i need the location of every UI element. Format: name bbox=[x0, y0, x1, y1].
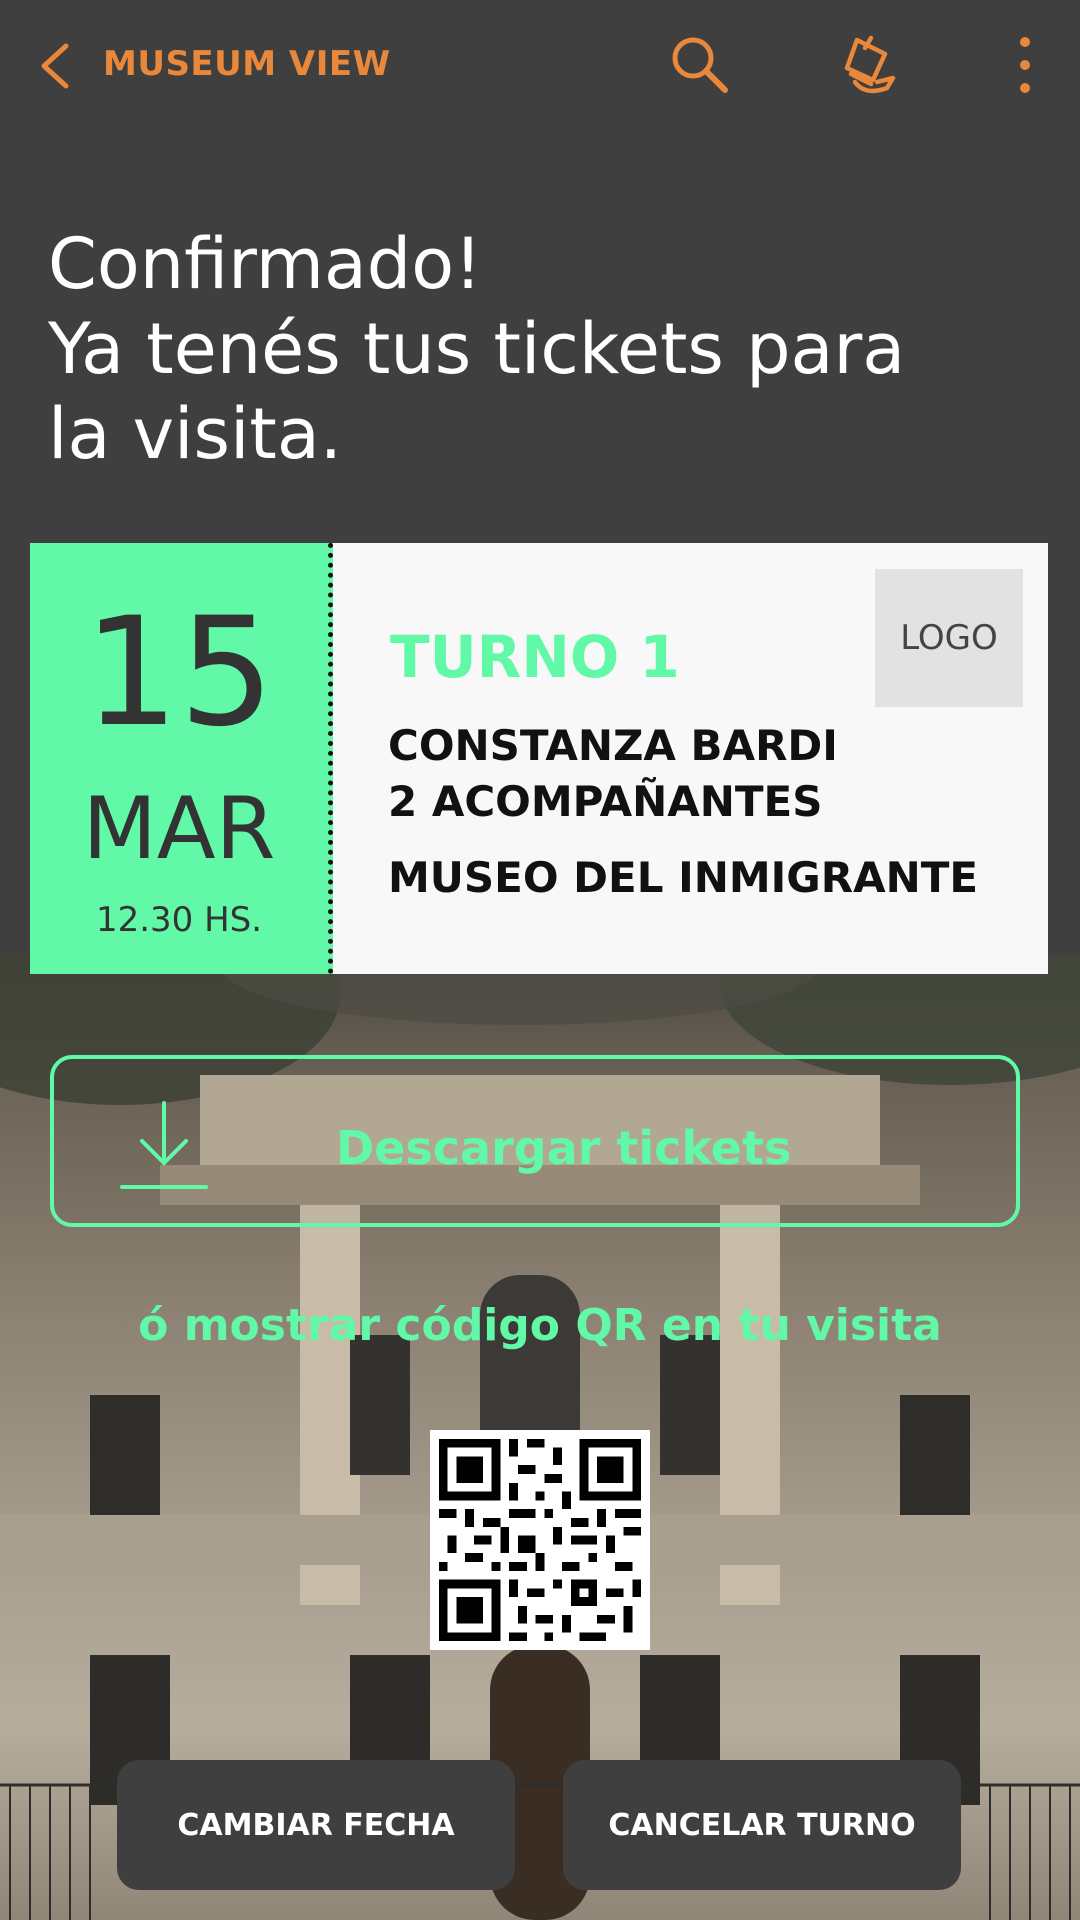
qr-hint-text: ó mostrar código QR en tu visita bbox=[138, 1300, 942, 1351]
more-vertical-icon bbox=[1020, 37, 1030, 93]
search-icon bbox=[672, 37, 728, 93]
search-button[interactable] bbox=[665, 30, 735, 100]
museum-name: MUSEO DEL INMIGRANTE bbox=[388, 853, 979, 902]
ticket-turno: TURNO 1 bbox=[390, 623, 680, 691]
headline-line: Confirmado! bbox=[48, 223, 483, 305]
brush-icon bbox=[844, 35, 896, 94]
ticket-month: MAR bbox=[82, 779, 276, 879]
cancel-turn-button[interactable]: CANCELAR TURNO bbox=[563, 1760, 961, 1890]
ticket-card: 15 MAR 12.30 HS. TURNO 1 CONSTANZA BARDI… bbox=[30, 543, 1048, 974]
confirmation-headline: Confirmado! Ya tenés tus tickets para la… bbox=[48, 222, 1028, 477]
companions-count: 2 ACOMPAÑANTES bbox=[388, 777, 823, 826]
more-options-button[interactable] bbox=[1005, 30, 1045, 100]
back-button[interactable] bbox=[36, 38, 76, 94]
headline-line: Ya tenés tus tickets para bbox=[48, 308, 906, 390]
theme-button[interactable] bbox=[835, 30, 905, 100]
app-title: MUSEUM VIEW bbox=[103, 44, 391, 84]
ticket-date-stub: 15 MAR 12.30 HS. bbox=[30, 543, 333, 974]
download-icon bbox=[120, 1101, 208, 1189]
download-tickets-label: Descargar tickets bbox=[336, 1121, 792, 1175]
qr-code bbox=[430, 1430, 650, 1650]
change-date-button[interactable]: CAMBIAR FECHA bbox=[117, 1760, 515, 1890]
top-app-bar: MUSEUM VIEW bbox=[0, 0, 1080, 130]
headline-line: la visita. bbox=[48, 393, 342, 475]
visitor-name: CONSTANZA BARDI bbox=[388, 721, 838, 770]
chevron-left-icon bbox=[41, 43, 69, 89]
download-tickets-button[interactable]: Descargar tickets bbox=[50, 1055, 1020, 1227]
ticket-day: 15 bbox=[83, 586, 275, 760]
ticket-time: 12.30 HS. bbox=[95, 900, 263, 940]
ticket-details: TURNO 1 CONSTANZA BARDI 2 ACOMPAÑANTES M… bbox=[333, 543, 1048, 974]
museum-logo-placeholder: LOGO bbox=[875, 569, 1023, 707]
ticket-visitor: CONSTANZA BARDI 2 ACOMPAÑANTES bbox=[388, 718, 838, 830]
